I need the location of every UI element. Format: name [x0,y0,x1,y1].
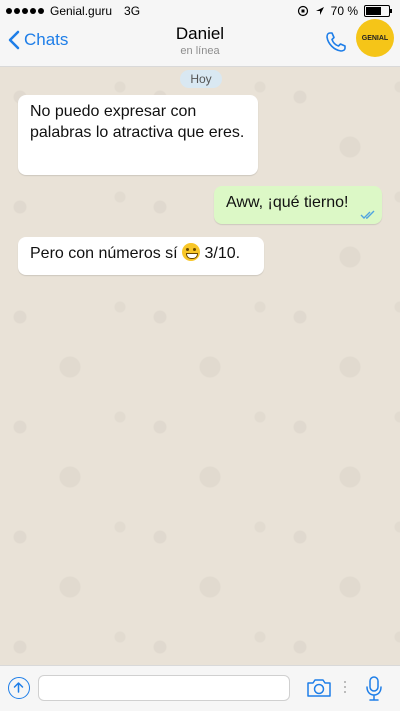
message-text: Aww, ¡qué tierno! [226,194,349,211]
battery-icon [364,5,392,17]
message-input[interactable] [38,675,290,701]
phone-icon [326,32,346,52]
chat-area[interactable]: Hoy No puedo expresar con palabras lo at… [0,67,400,665]
message-text-before: Pero con números sí [30,245,178,262]
camera-icon [307,679,331,697]
divider-dots [344,681,346,695]
carrier-name: Genial.guru [50,4,113,18]
grinning-face-emoji-icon [182,243,201,261]
orientation-lock-icon [297,5,308,17]
input-bar [0,665,400,711]
nav-bar: Chats Daniel en línea GENIAL [0,19,400,67]
date-separator: Hoy [180,70,222,88]
status-left: Genial.guru 3G [6,4,140,18]
location-arrow-icon [315,7,324,15]
call-button[interactable] [324,30,348,59]
signal-strength-icon [6,8,44,14]
camera-button[interactable] [306,678,332,703]
message-bubble-incoming[interactable]: No puedo expresar con palabras lo atract… [18,95,258,175]
arrow-up-icon [13,682,24,693]
message-bubble-incoming[interactable]: Pero con números sí 3/10. [18,237,264,275]
message-text: No puedo expresar con palabras lo atract… [30,103,245,141]
battery-fill [366,7,382,15]
microphone-icon [366,676,382,701]
message-bubble-outgoing[interactable]: Aww, ¡qué tierno! [214,186,382,224]
genial-logo: GENIAL [356,19,394,57]
message-text-after: 3/10. [204,245,241,262]
microphone-button[interactable] [366,676,382,707]
status-bar: Genial.guru 3G 70 % [0,0,400,22]
status-right: 70 % [297,4,392,18]
network-type: 3G [124,4,141,18]
battery-percent: 70 % [330,4,358,18]
attach-button[interactable] [8,677,30,699]
read-receipt-icon [360,210,375,219]
